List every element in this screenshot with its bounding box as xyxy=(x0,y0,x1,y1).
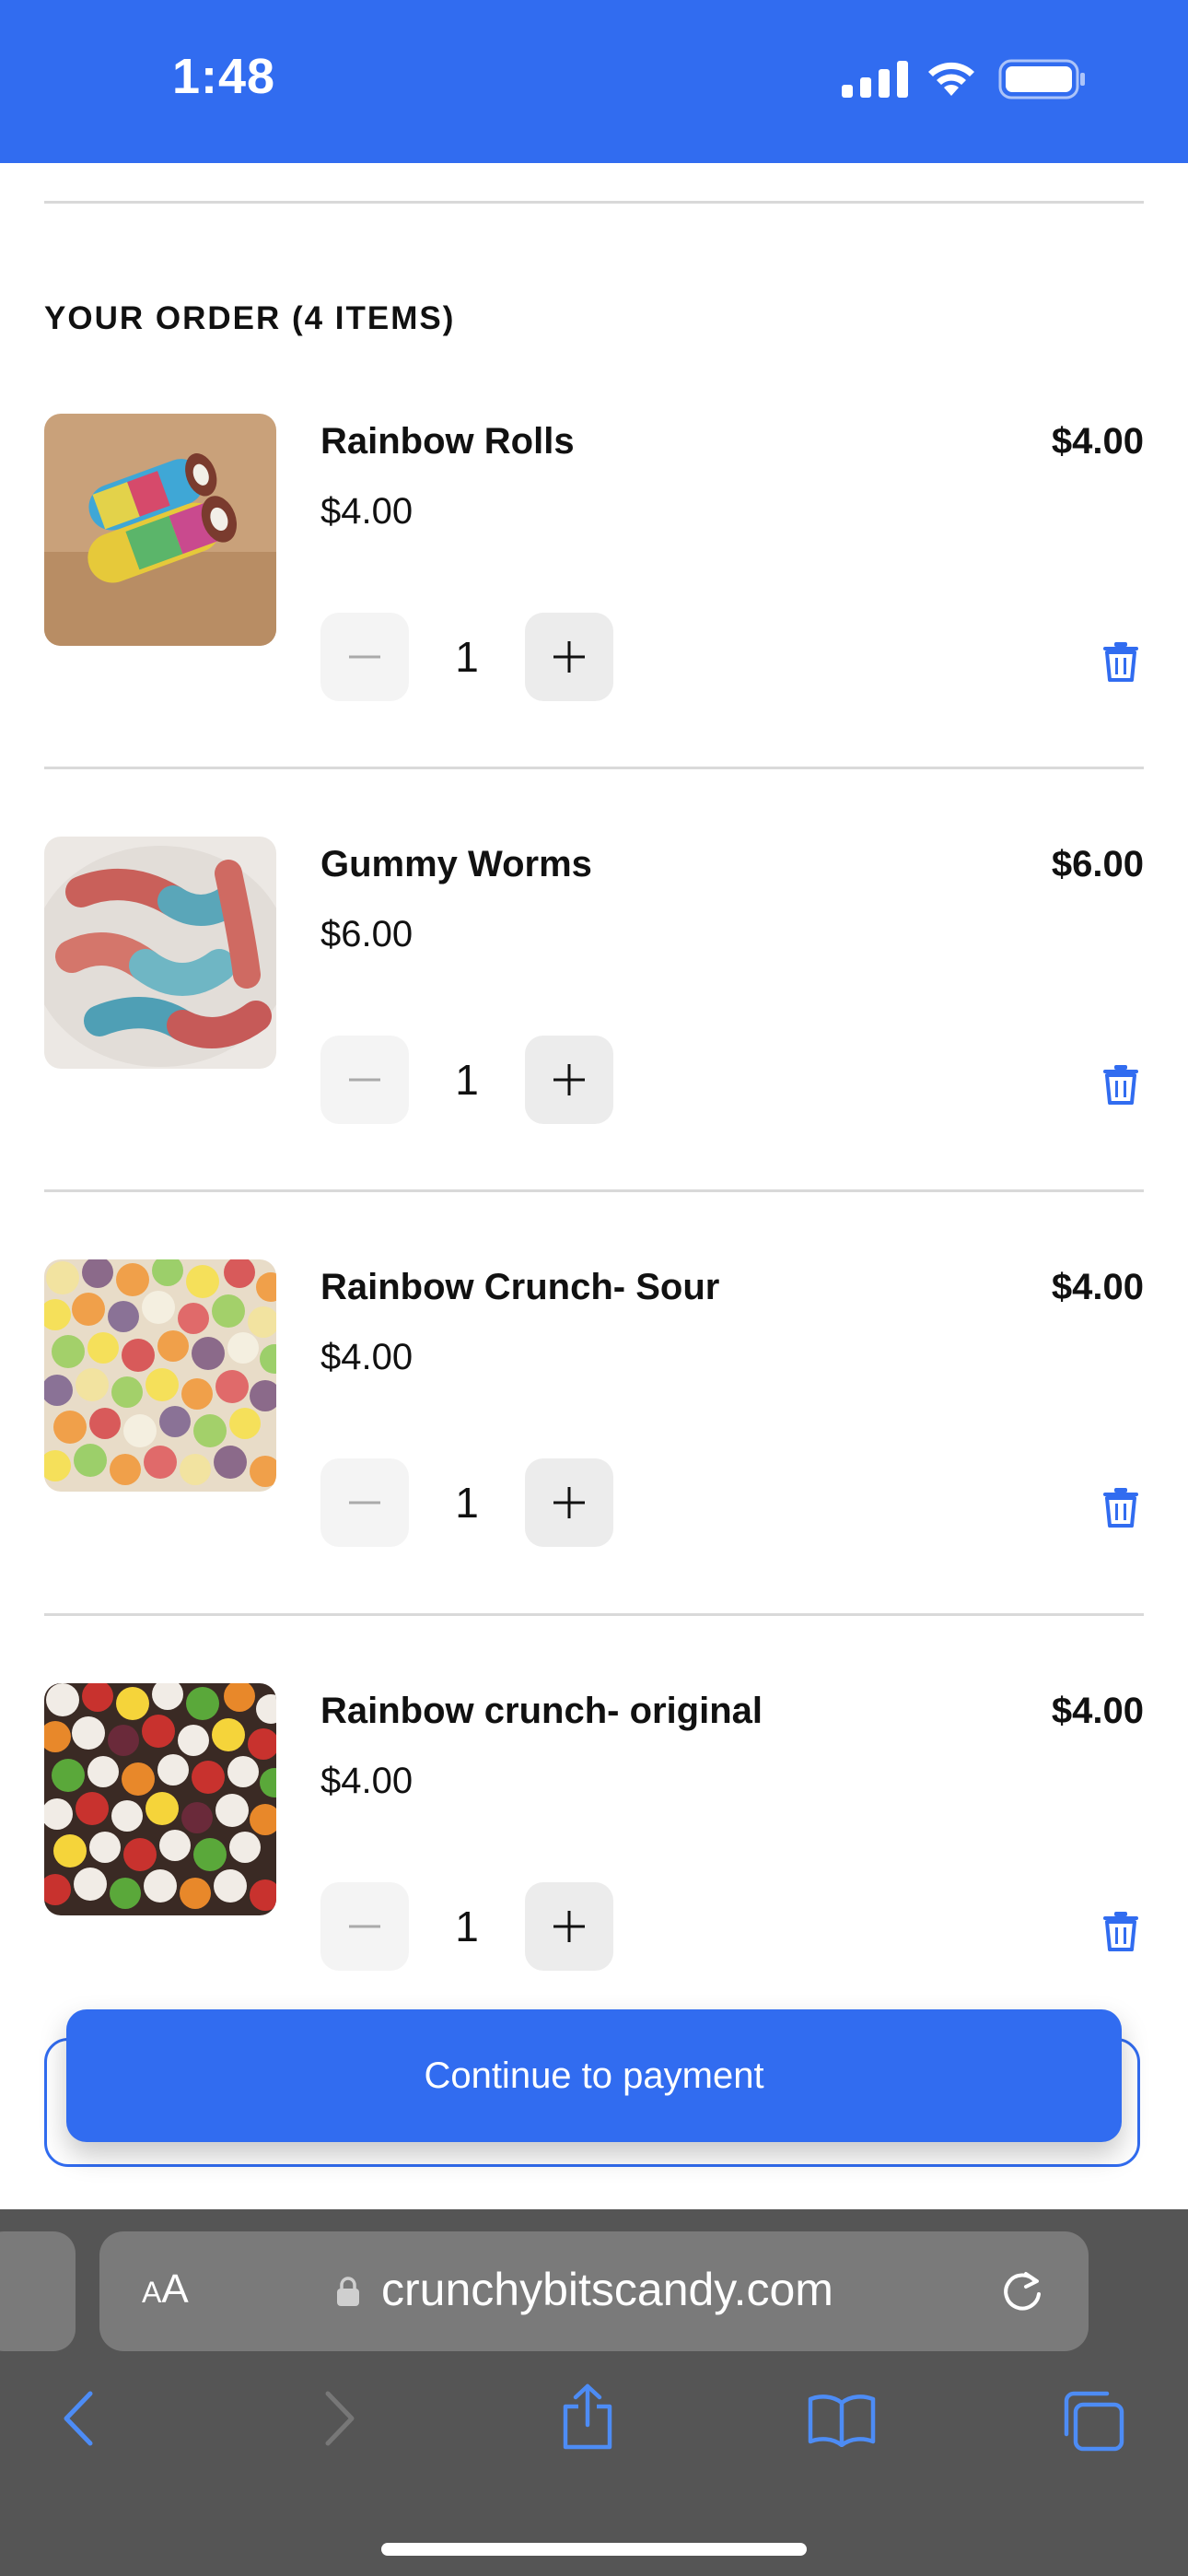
forward-arrow-icon[interactable] xyxy=(320,2390,357,2452)
continue-to-payment-button[interactable]: Continue to payment xyxy=(66,2009,1122,2142)
address-bar[interactable]: AA crunchybitscandy.com xyxy=(99,2231,1089,2351)
remove-item-button[interactable] xyxy=(1101,1487,1140,1532)
product-name[interactable]: Rainbow Crunch- Sour xyxy=(320,1267,719,1308)
remove-item-button[interactable] xyxy=(1101,1911,1140,1956)
status-time: 1:48 xyxy=(172,49,276,104)
quantity-value: 1 xyxy=(455,1479,479,1527)
order-item: Gummy Worms $6.00 $6.00 1 xyxy=(0,837,1188,1259)
lock-icon xyxy=(335,2276,361,2312)
back-arrow-icon[interactable] xyxy=(61,2390,98,2452)
wifi-icon xyxy=(924,57,979,102)
increase-quantity-button[interactable] xyxy=(525,1036,613,1124)
product-image-rainbow-rolls[interactable] xyxy=(44,414,276,646)
divider xyxy=(44,767,1144,769)
unit-price: $4.00 xyxy=(320,1337,413,1377)
battery-icon xyxy=(998,59,1087,104)
minus-icon xyxy=(349,1501,380,1505)
home-indicator[interactable] xyxy=(381,2543,807,2556)
minus-icon xyxy=(349,655,380,659)
line-total: $4.00 xyxy=(1051,1691,1144,1731)
minus-icon xyxy=(349,1078,380,1082)
trash-icon xyxy=(1103,1065,1138,1105)
bookmarks-icon[interactable] xyxy=(807,2394,877,2452)
cellular-signal-icon xyxy=(842,61,908,102)
plus-icon xyxy=(553,1911,585,1942)
trash-icon xyxy=(1103,1488,1138,1528)
line-total: $4.00 xyxy=(1051,421,1144,462)
quantity-value: 1 xyxy=(455,1903,479,1950)
divider xyxy=(44,1189,1144,1192)
remove-item-button[interactable] xyxy=(1101,641,1140,686)
decrease-quantity-button[interactable] xyxy=(320,1036,409,1124)
product-name[interactable]: Gummy Worms xyxy=(320,844,592,885)
increase-quantity-button[interactable] xyxy=(525,1882,613,1971)
plus-icon xyxy=(553,1487,585,1518)
unit-price: $4.00 xyxy=(320,1761,413,1801)
decrease-quantity-button[interactable] xyxy=(320,1882,409,1971)
quantity-stepper: 1 xyxy=(320,1036,613,1124)
quantity-stepper: 1 xyxy=(320,613,613,701)
trash-icon xyxy=(1103,1912,1138,1951)
aa-large-glyph: A xyxy=(161,2266,189,2312)
product-name[interactable]: Rainbow crunch- original xyxy=(320,1691,763,1732)
unit-price: $4.00 xyxy=(320,491,413,532)
line-total: $6.00 xyxy=(1051,844,1144,884)
browser-toolbar: AA crunchybitscandy.com xyxy=(0,2209,1188,2576)
reload-icon[interactable] xyxy=(998,2266,1046,2319)
previous-tab-peek[interactable] xyxy=(0,2231,76,2351)
aa-small-glyph: A xyxy=(142,2276,162,2309)
order-item: Rainbow Crunch- Sour $4.00 $4.00 1 xyxy=(0,1259,1188,1682)
order-item: Rainbow Rolls $4.00 $4.00 1 xyxy=(0,414,1188,837)
remove-item-button[interactable] xyxy=(1101,1064,1140,1109)
reader-text-size-button[interactable]: AA xyxy=(142,2266,189,2313)
minus-icon xyxy=(349,1925,380,1928)
product-image-rainbow-crunch-original[interactable] xyxy=(44,1683,276,1915)
plus-icon xyxy=(553,1064,585,1095)
quantity-value: 1 xyxy=(455,633,479,681)
line-total: $4.00 xyxy=(1051,1267,1144,1307)
tabs-icon[interactable] xyxy=(1061,2390,1125,2457)
increase-quantity-button[interactable] xyxy=(525,613,613,701)
quantity-value: 1 xyxy=(455,1056,479,1104)
order-section-title: YOUR ORDER (4 ITEMS) xyxy=(44,300,456,336)
product-name[interactable]: Rainbow Rolls xyxy=(320,421,575,463)
trash-icon xyxy=(1103,642,1138,682)
status-bar: 1:48 xyxy=(0,0,1188,163)
url-text[interactable]: crunchybitscandy.com xyxy=(381,2263,833,2316)
quantity-stepper: 1 xyxy=(320,1458,613,1547)
product-image-gummy-worms[interactable] xyxy=(44,837,276,1069)
divider xyxy=(44,1613,1144,1616)
decrease-quantity-button[interactable] xyxy=(320,1458,409,1547)
decrease-quantity-button[interactable] xyxy=(320,613,409,701)
unit-price: $6.00 xyxy=(320,914,413,954)
quantity-stepper: 1 xyxy=(320,1882,613,1971)
share-icon[interactable] xyxy=(560,2383,615,2455)
divider xyxy=(44,201,1144,204)
increase-quantity-button[interactable] xyxy=(525,1458,613,1547)
product-image-rainbow-crunch-sour[interactable] xyxy=(44,1259,276,1492)
plus-icon xyxy=(553,641,585,673)
